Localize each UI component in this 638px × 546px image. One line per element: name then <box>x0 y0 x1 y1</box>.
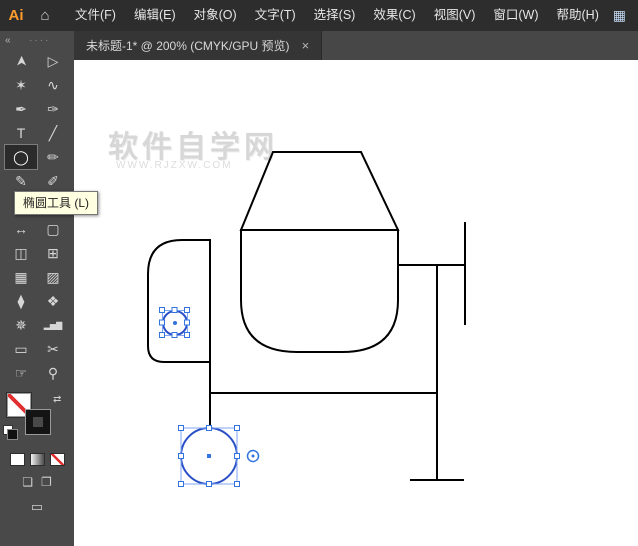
shaper-tool[interactable]: ✐ <box>37 169 69 193</box>
default-fill-stroke-icon[interactable] <box>3 425 18 440</box>
artboard-tool[interactable]: ▭ <box>5 337 37 361</box>
artwork-svg <box>147 151 466 487</box>
eyedropper-tool[interactable]: ⧫ <box>5 289 37 313</box>
large-circle-handle-w[interactable] <box>178 453 184 459</box>
document-tab[interactable]: 未标题-1* @ 200% (CMYK/GPU 预览) × <box>74 31 323 60</box>
pencil-tool[interactable]: ✎ <box>5 169 37 193</box>
tools-panel: « ···· ➤ ▷ ✶ ∿ ✒ ✑ T ╱ ◯ ✏ ✎ ✐ ↻ ⤢ ↔ ▢ ◫… <box>0 31 74 546</box>
panel-grip[interactable]: ···· <box>11 35 69 46</box>
paint-gradient-button[interactable] <box>29 453 45 466</box>
color-controls: ⇄ <box>0 393 74 445</box>
document-tab-title: 未标题-1* @ 200% (CMYK/GPU 预览) <box>86 39 290 53</box>
gradient-tool[interactable]: ▨ <box>37 265 69 289</box>
small-circle-handle-w[interactable] <box>159 319 165 326</box>
large-circle-handle-ne[interactable] <box>234 425 240 431</box>
paint-mode-row <box>9 453 65 466</box>
draw-behind-icon[interactable]: ❐ <box>41 475 52 489</box>
tab-close-icon[interactable]: × <box>302 38 310 53</box>
selection-tool[interactable]: ➤ <box>9 45 33 77</box>
menu-view[interactable]: 视图(V) <box>425 0 485 31</box>
menu-object[interactable]: 对象(O) <box>185 0 246 31</box>
symbol-sprayer-tool[interactable]: ✵ <box>5 313 37 337</box>
mesh-tool[interactable]: ▦ <box>5 265 37 289</box>
graph-tool[interactable]: ▂▅▇ <box>37 313 69 337</box>
type-tool[interactable]: T <box>5 121 37 145</box>
paintbrush-tool[interactable]: ✏ <box>37 145 69 169</box>
menu-type[interactable]: 文字(T) <box>246 0 305 31</box>
tool-grid: ➤ ▷ ✶ ∿ ✒ ✑ T ╱ ◯ ✏ ✎ ✐ ↻ ⤢ ↔ ▢ ◫ ⊞ ▦ ▨ … <box>4 49 69 385</box>
draw-normal-icon[interactable]: ❏ <box>22 475 33 489</box>
small-circle-handle-s[interactable] <box>171 332 178 338</box>
tool-tooltip: 椭圆工具 (L) <box>14 191 99 215</box>
large-circle-handle-e[interactable] <box>234 453 240 459</box>
small-circle-handle-nw[interactable] <box>159 307 165 313</box>
menu-items: 文件(F) 编辑(E) 对象(O) 文字(T) 选择(S) 效果(C) 视图(V… <box>66 0 608 31</box>
small-circle-center-point[interactable] <box>173 321 177 325</box>
free-transform-tool[interactable]: ▢ <box>37 217 69 241</box>
mixer-motor-housing[interactable] <box>147 239 211 363</box>
stroke-color-swatch[interactable] <box>26 410 50 434</box>
lasso-tool[interactable]: ∿ <box>37 73 69 97</box>
perspective-grid-tool[interactable]: ⊞ <box>37 241 69 265</box>
small-circle-handle-ne[interactable] <box>184 307 190 313</box>
menu-effect[interactable]: 效果(C) <box>364 0 424 31</box>
menu-edit[interactable]: 编辑(E) <box>125 0 185 31</box>
slice-tool[interactable]: ✂ <box>37 337 69 361</box>
shape-builder-tool[interactable]: ◫ <box>5 241 37 265</box>
blend-tool[interactable]: ❖ <box>37 289 69 313</box>
live-shape-widget-dot <box>251 454 255 458</box>
mixer-drum[interactable] <box>240 229 399 353</box>
swap-fill-stroke-icon[interactable]: ⇄ <box>53 394 61 405</box>
large-circle-handle-s[interactable] <box>206 481 212 487</box>
menu-window[interactable]: 窗口(W) <box>484 0 547 31</box>
zoom-tool[interactable]: ⚲ <box>37 361 69 385</box>
small-circle-handle-n[interactable] <box>171 307 178 313</box>
menu-file[interactable]: 文件(F) <box>66 0 125 31</box>
small-circle-handle-e[interactable] <box>184 319 190 326</box>
line-segment-tool[interactable]: ╱ <box>37 121 69 145</box>
large-circle-handle-sw[interactable] <box>178 481 184 487</box>
large-circle-handle-n[interactable] <box>206 425 212 431</box>
document-tab-bar: 未标题-1* @ 200% (CMYK/GPU 预览) × <box>74 31 638 60</box>
large-circle-handle-se[interactable] <box>234 481 240 487</box>
screen-mode-icon[interactable]: ▭ <box>31 499 43 515</box>
large-circle-center-point[interactable] <box>207 454 211 458</box>
large-circle-handle-nw[interactable] <box>178 425 184 431</box>
direct-selection-tool[interactable]: ▷ <box>37 49 69 73</box>
illustrator-logo: Ai <box>8 7 24 24</box>
width-tool[interactable]: ↔ <box>5 217 37 241</box>
home-icon[interactable]: ⌂ <box>32 7 58 24</box>
menu-bar: Ai ⌂ 文件(F) 编辑(E) 对象(O) 文字(T) 选择(S) 效果(C)… <box>0 0 638 31</box>
pen-tool[interactable]: ✒ <box>5 97 37 121</box>
menu-select[interactable]: 选择(S) <box>305 0 365 31</box>
small-circle-handle-se[interactable] <box>184 332 190 338</box>
curvature-tool[interactable]: ✑ <box>37 97 69 121</box>
workspace-switcher-icon[interactable]: ▦ <box>613 7 626 24</box>
ellipse-tool[interactable]: ◯ <box>4 144 38 170</box>
hand-tool[interactable]: ☞ <box>5 361 37 385</box>
mixer-hopper[interactable] <box>239 151 400 231</box>
menu-help[interactable]: 帮助(H) <box>548 0 608 31</box>
small-circle-handle-sw[interactable] <box>159 332 165 338</box>
paint-none-button[interactable] <box>49 453 65 466</box>
draw-mode-row: ❏ ❐ <box>22 475 52 489</box>
paint-color-button[interactable] <box>9 453 25 466</box>
artboard-canvas[interactable]: 软件自学网 WWW.RJZXW.COM <box>74 60 638 546</box>
